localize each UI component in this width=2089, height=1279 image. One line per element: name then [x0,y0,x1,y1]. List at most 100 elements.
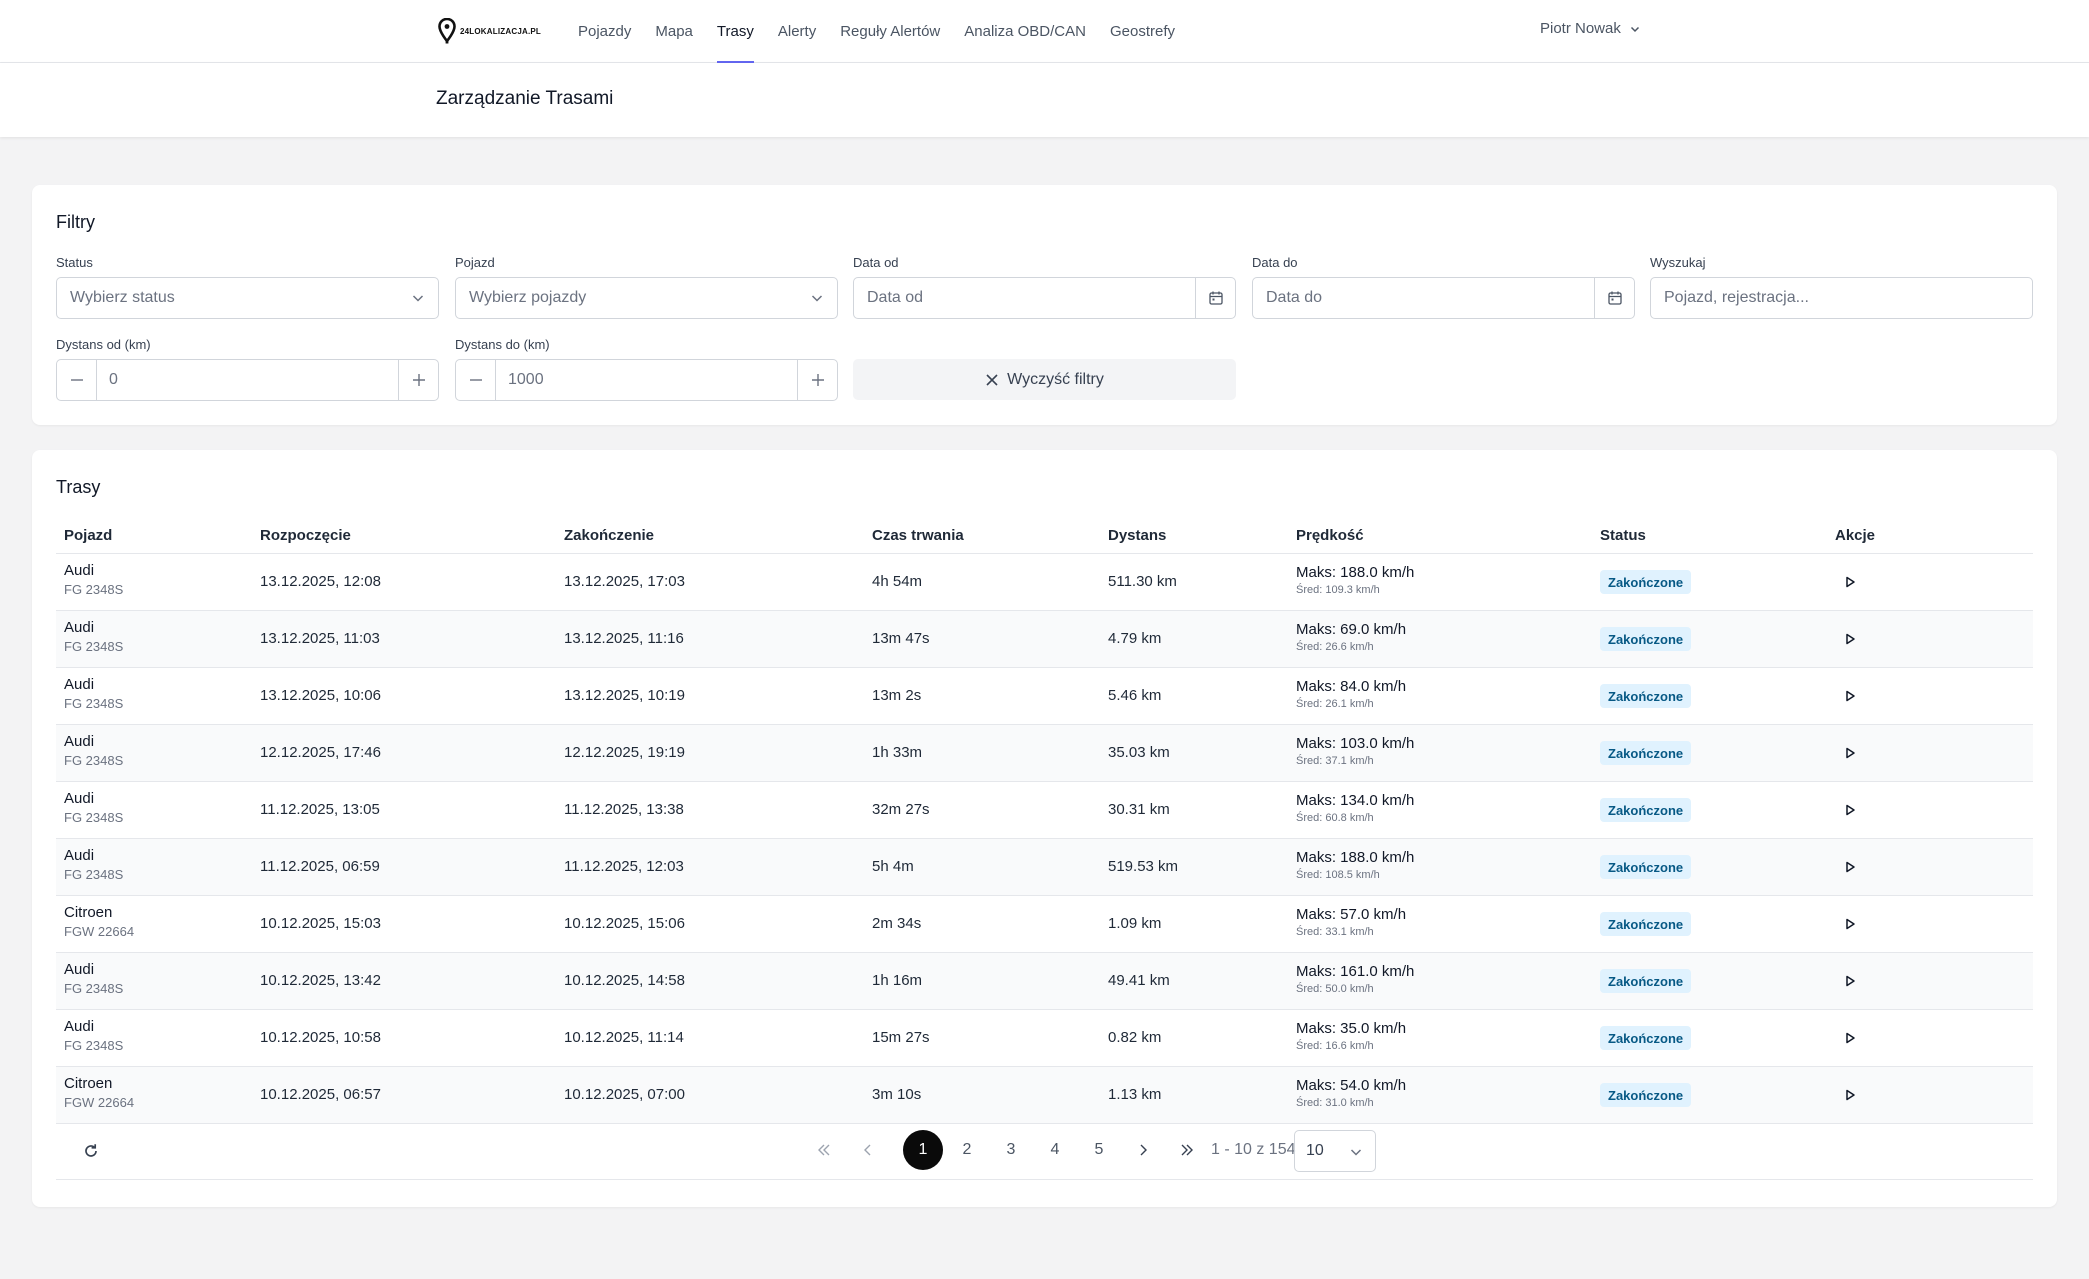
page-button-3[interactable]: 3 [991,1130,1031,1170]
refresh-icon[interactable] [82,1142,100,1160]
speed-cell: Maks: 134.0 km/h Śred: 60.8 km/h [1296,792,1414,824]
distance-cell: 35.03 km [1108,744,1170,761]
page-size-select[interactable]: 10 [1294,1130,1376,1172]
vehicle-registration: FGW 22664 [64,1095,135,1110]
date-to-label: Data do [1252,255,1298,270]
date-from-placeholder: Data od [867,289,924,306]
last-page-button[interactable] [1167,1130,1207,1170]
pagination-info: 1 - 10 z 154 [1211,1141,1296,1158]
vehicle-cell: Citroen FGW 22664 [64,1075,134,1110]
search-input[interactable]: Pojazd, rejestracja... [1650,277,2033,319]
table-row[interactable]: Citroen FGW 22664 10.12.2025, 15:03 10.12.2… [56,896,2033,953]
col-end[interactable]: Zakończenie [564,527,654,544]
user-name: Piotr Nowak [1540,20,1621,37]
max-speed: Maks: 188.0 km/h [1296,564,1415,581]
speed-cell: Maks: 57.0 km/h Śred: 33.1 km/h [1296,906,1406,938]
end-cell: 11.12.2025, 13:38 [564,801,684,818]
distance-cell: 30.31 km [1108,801,1170,818]
play-icon[interactable] [1842,802,1858,818]
date-to-field[interactable]: Data do [1252,277,1635,319]
user-menu[interactable]: Piotr Nowak [1540,20,1641,37]
col-speed[interactable]: Prędkość [1296,527,1364,544]
brand-logo[interactable]: 24LOKALIZACJA.PL [438,17,541,45]
play-icon[interactable] [1842,574,1858,590]
status-select[interactable]: Wybierz status [56,277,439,319]
page-button-2[interactable]: 2 [947,1130,987,1170]
plus-icon[interactable] [797,360,837,400]
prev-page-button[interactable] [848,1130,888,1170]
brand-name: 24LOKALIZACJA.PL [460,26,541,36]
date-from-field[interactable]: Data od [853,277,1236,319]
next-page-button[interactable] [1123,1130,1163,1170]
distance-cell: 1.09 km [1108,915,1162,932]
nav-item-analiza-obd-can[interactable]: Analiza OBD/CAN [952,0,1098,63]
vehicle-name: Citroen [64,1075,113,1092]
status-badge: Zakończone [1600,1026,1692,1050]
avg-speed: Śred: 31.0 km/h [1296,1097,1374,1109]
col-duration[interactable]: Czas trwania [872,527,964,544]
minus-icon[interactable] [57,360,97,400]
end-cell: 11.12.2025, 12:03 [564,858,684,875]
nav-item-alerty[interactable]: Alerty [766,0,828,63]
play-icon[interactable] [1842,688,1858,704]
play-icon[interactable] [1842,916,1858,932]
duration-cell: 15m 27s [872,1029,930,1046]
plus-icon[interactable] [398,360,438,400]
start-cell: 11.12.2025, 06:59 [260,858,380,875]
play-icon[interactable] [1842,1030,1858,1046]
play-icon[interactable] [1842,859,1858,875]
filters-title: Filtry [56,212,95,232]
vehicle-registration: FGW 22664 [64,924,135,939]
page-button-5[interactable]: 5 [1079,1130,1119,1170]
calendar-icon[interactable] [1195,278,1235,318]
play-icon[interactable] [1842,631,1858,647]
vehicle-registration: FG 2348S [64,582,124,597]
page-button-4[interactable]: 4 [1035,1130,1075,1170]
page-button-1[interactable]: 1 [903,1130,943,1170]
speed-cell: Maks: 54.0 km/h Śred: 31.0 km/h [1296,1077,1406,1109]
table-row[interactable]: Audi FG 2348S 11.12.2025, 13:05 11.12.2025,… [56,782,2033,839]
vehicle-registration: FG 2348S [64,981,124,996]
play-icon[interactable] [1842,745,1858,761]
nav-item-geostrefy[interactable]: Geostrefy [1098,0,1187,63]
col-vehicle[interactable]: Pojazd [64,527,112,544]
start-cell: 13.12.2025, 10:06 [260,687,381,704]
table-row[interactable]: Audi FG 2348S 13.12.2025, 11:03 13.12.2025,… [56,611,2033,668]
vehicle-registration: FG 2348S [64,867,124,882]
vehicle-cell: Audi FG 2348S [64,676,123,711]
vehicle-cell: Audi FG 2348S [64,1018,123,1053]
max-speed: Maks: 103.0 km/h [1296,735,1415,752]
table-row[interactable]: Audi FG 2348S 10.12.2025, 13:42 10.12.2025,… [56,953,2033,1010]
minus-icon[interactable] [456,360,496,400]
avg-speed: Śred: 109.3 km/h [1296,584,1380,596]
table-row[interactable]: Audi FG 2348S 10.12.2025, 10:58 10.12.2025,… [56,1010,2033,1067]
table-row[interactable]: Audi FG 2348S 12.12.2025, 17:46 12.12.2025,… [56,725,2033,782]
vehicle-select[interactable]: Wybierz pojazdy [455,277,838,319]
col-distance[interactable]: Dystans [1108,527,1166,544]
distance-to-value[interactable]: 1000 [496,371,797,389]
table-row[interactable]: Audi FG 2348S 11.12.2025, 06:59 11.12.2025,… [56,839,2033,896]
distance-from-value[interactable]: 0 [97,371,398,389]
search-placeholder: Pojazd, rejestracja... [1664,289,1809,306]
status-badge: Zakończone [1600,855,1692,879]
calendar-icon[interactable] [1594,278,1634,318]
table-row[interactable]: Audi FG 2348S 13.12.2025, 12:08 13.12.2025,… [56,554,2033,611]
play-icon[interactable] [1842,1087,1858,1103]
col-start[interactable]: Rozpoczęcie [260,527,351,544]
nav-item-pojazdy[interactable]: Pojazdy [566,0,643,63]
play-icon[interactable] [1842,973,1858,989]
search-label: Wyszukaj [1650,255,1706,270]
table-row[interactable]: Audi FG 2348S 13.12.2025, 10:06 13.12.2025,… [56,668,2033,725]
clear-filters-button[interactable]: Wyczyść filtry [853,359,1236,400]
clear-filters-label: Wyczyść filtry [1007,370,1104,388]
first-page-button[interactable] [804,1130,844,1170]
table-row[interactable]: Citroen FGW 22664 10.12.2025, 06:57 10.12.2… [56,1067,2033,1124]
avg-speed: Śred: 37.1 km/h [1296,755,1374,767]
nav-item-mapa[interactable]: Mapa [643,0,705,63]
nav-item-reguly-alertow[interactable]: Reguły Alertów [828,0,952,63]
date-to-placeholder: Data do [1266,289,1323,306]
col-status[interactable]: Status [1600,527,1646,544]
avg-speed: Śred: 16.6 km/h [1296,1040,1374,1052]
main-nav: Pojazdy Mapa Trasy Alerty Reguły Alertów… [566,0,1187,63]
nav-item-trasy[interactable]: Trasy [705,0,766,63]
